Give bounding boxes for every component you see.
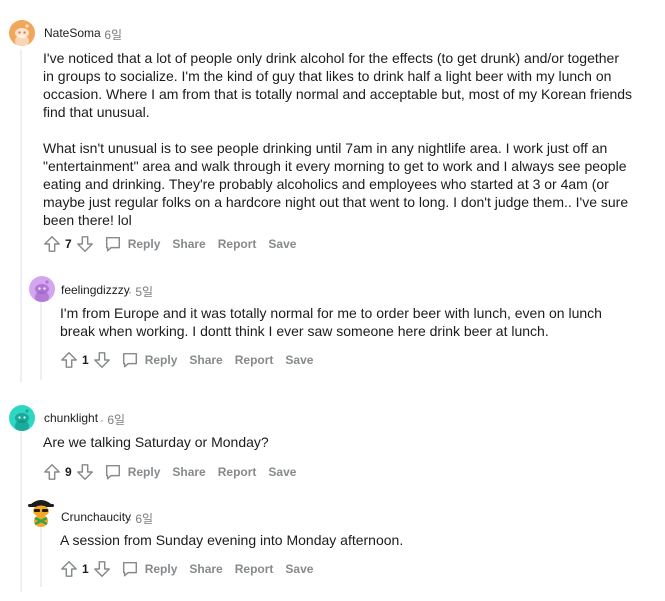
separator: ·	[100, 413, 104, 427]
comment-paragraph: What isn't unusual is to see people drin…	[43, 140, 629, 228]
avatar[interactable]	[25, 494, 57, 528]
comment-timestamp[interactable]: · 5일	[128, 283, 153, 300]
vote-score: 1	[82, 353, 89, 367]
comment-time: 6일	[104, 28, 123, 42]
comment-icon	[120, 559, 140, 579]
comment-body: Are we talking Saturday or Monday?	[43, 433, 633, 451]
reply-button[interactable]: Reply	[120, 350, 178, 370]
avatar[interactable]	[9, 20, 35, 46]
reply-button[interactable]: Reply	[103, 462, 161, 482]
comment-actions: 1 Reply Share Report Save	[59, 348, 313, 372]
reply-label: Reply	[144, 353, 178, 367]
comment-timestamp[interactable]: · 6일	[100, 411, 125, 428]
share-button[interactable]: Share	[189, 562, 222, 576]
downvote-icon[interactable]	[75, 234, 95, 254]
downvote-icon[interactable]	[75, 462, 95, 482]
downvote-icon[interactable]	[92, 559, 112, 579]
save-button[interactable]: Save	[268, 237, 296, 251]
report-button[interactable]: Report	[235, 353, 274, 367]
comment-icon	[103, 234, 123, 254]
upvote-icon[interactable]	[59, 559, 79, 579]
comment-body: I'm from Europe and it was totally norma…	[60, 304, 628, 340]
comment-paragraph: I've noticed that a lot of people only d…	[43, 50, 633, 120]
comment-username[interactable]: NateSoma	[44, 26, 101, 40]
snoo-avatar	[15, 409, 29, 431]
avatar[interactable]	[29, 276, 55, 302]
vote-score: 1	[82, 562, 89, 576]
avatar[interactable]	[9, 405, 35, 431]
save-button[interactable]: Save	[268, 465, 296, 479]
comment-paragraph: I'm from Europe and it was totally norma…	[60, 305, 602, 339]
snoo-avatar	[15, 24, 29, 46]
thread-line[interactable]	[20, 50, 22, 382]
comment-paragraph: Are we talking Saturday or Monday?	[43, 434, 269, 450]
reply-label: Reply	[144, 562, 178, 576]
separator: ·	[128, 285, 132, 299]
save-button[interactable]: Save	[285, 353, 313, 367]
comment-username[interactable]: chunklight	[44, 411, 98, 425]
comment-username[interactable]: feelingdizzzy	[61, 283, 130, 297]
vote-score: 7	[65, 237, 72, 251]
thread-line[interactable]	[40, 527, 42, 587]
reply-button[interactable]: Reply	[120, 559, 178, 579]
comment-time: 6일	[135, 512, 154, 526]
share-button[interactable]: Share	[172, 465, 205, 479]
upvote-icon[interactable]	[42, 462, 62, 482]
reply-label: Reply	[127, 237, 161, 251]
comment-icon	[103, 462, 123, 482]
save-button[interactable]: Save	[285, 562, 313, 576]
comment-time: 5일	[135, 285, 154, 299]
separator: ·	[128, 512, 132, 526]
comment-timestamp[interactable]: · 6일	[128, 510, 153, 527]
comment-body: I've noticed that a lot of people only d…	[43, 49, 633, 229]
reply-label: Reply	[127, 465, 161, 479]
snoo-avatar	[35, 280, 49, 302]
separator: ·	[97, 28, 101, 42]
snoo-avatar	[28, 500, 54, 527]
comment-username[interactable]: Crunchaucity	[61, 510, 131, 524]
upvote-icon[interactable]	[59, 350, 79, 370]
thread-line[interactable]	[20, 432, 22, 592]
report-button[interactable]: Report	[218, 465, 257, 479]
report-button[interactable]: Report	[235, 562, 274, 576]
comment-actions: 7 Reply Share Report Save	[42, 232, 296, 256]
comment-actions: 1 Reply Share Report Save	[59, 557, 313, 581]
report-button[interactable]: Report	[218, 237, 257, 251]
comment-body: A session from Sunday evening into Monda…	[60, 531, 628, 549]
upvote-icon[interactable]	[42, 234, 62, 254]
downvote-icon[interactable]	[92, 350, 112, 370]
comment-icon	[120, 350, 140, 370]
reply-button[interactable]: Reply	[103, 234, 161, 254]
comment-paragraph: A session from Sunday evening into Monda…	[60, 532, 404, 548]
thread-line[interactable]	[40, 302, 42, 380]
comment-actions: 9 Reply Share Report Save	[42, 460, 296, 484]
share-button[interactable]: Share	[172, 237, 205, 251]
comment-timestamp[interactable]: · 6일	[97, 26, 122, 43]
comment-time: 6일	[107, 413, 126, 427]
vote-score: 9	[65, 465, 72, 479]
share-button[interactable]: Share	[189, 353, 222, 367]
